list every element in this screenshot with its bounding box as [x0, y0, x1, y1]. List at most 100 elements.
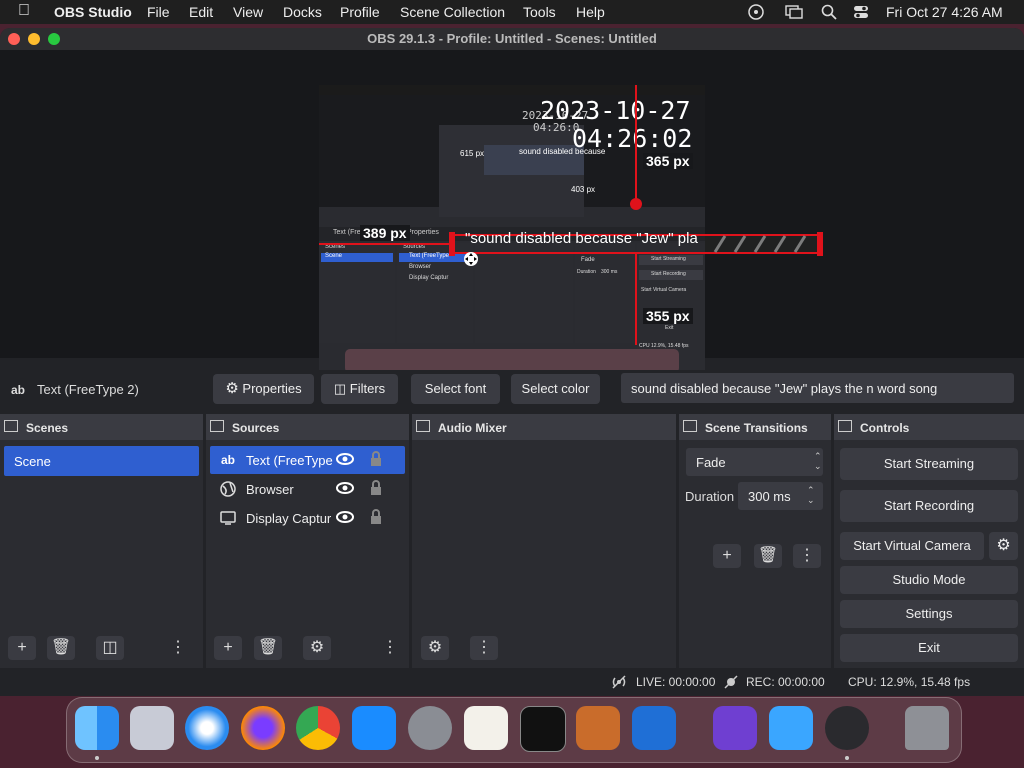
- audio-mixer-panel: Audio Mixer ⚙ ⋮: [412, 414, 676, 668]
- eye-icon[interactable]: [336, 510, 354, 524]
- duration-input[interactable]: 300 ms ⌃ ⌄: [738, 482, 823, 510]
- safari-icon[interactable]: [185, 706, 229, 750]
- selected-source-name: Text (FreeType 2): [37, 382, 139, 397]
- menu-profile[interactable]: Profile: [340, 4, 380, 20]
- chrome-icon[interactable]: [296, 706, 340, 750]
- filters-button[interactable]: ◫ Filters: [321, 374, 398, 404]
- studio-mode-button[interactable]: Studio Mode: [840, 566, 1018, 594]
- screen-mirroring-icon[interactable]: [785, 4, 803, 20]
- lock-icon[interactable]: [370, 480, 382, 496]
- lock-icon[interactable]: [370, 509, 382, 525]
- launchpad-icon[interactable]: [130, 706, 174, 750]
- monitor-icon: [220, 511, 236, 525]
- transition-select[interactable]: Fade ⌃ ⌄: [686, 448, 823, 476]
- text-input[interactable]: sound disabled because "Jew" plays the n…: [621, 373, 1014, 403]
- remove-transition-button[interactable]: 🗑: [754, 544, 782, 568]
- properties-button[interactable]: ⚙ Properties: [213, 374, 314, 404]
- filters-icon: ◫: [102, 639, 118, 656]
- eye-icon[interactable]: [336, 452, 354, 466]
- finder-icon[interactable]: [75, 706, 119, 750]
- stepper-icon[interactable]: ⌃ ⌄: [807, 485, 815, 505]
- source-menu-button[interactable]: ⋮: [382, 636, 398, 660]
- apple-icon[interactable]: : [18, 2, 30, 20]
- menu-app-name[interactable]: OBS Studio: [54, 4, 132, 20]
- textedit-icon[interactable]: [464, 706, 508, 750]
- add-transition-button[interactable]: +: [713, 544, 741, 568]
- controls-title: Controls: [860, 421, 910, 435]
- menu-edit[interactable]: Edit: [189, 4, 213, 20]
- live-broadcast-icon: [612, 675, 626, 689]
- select-color-button[interactable]: Select color: [511, 374, 600, 404]
- obs-dock-icon[interactable]: [825, 706, 869, 750]
- scene-transitions-title: Scene Transitions: [705, 421, 808, 435]
- menu-view[interactable]: View: [233, 4, 263, 20]
- vscode-icon[interactable]: [632, 706, 676, 750]
- select-font-button[interactable]: Select font: [411, 374, 500, 404]
- scenes-header: Scenes: [0, 414, 203, 440]
- filters-icon: ◫: [333, 381, 347, 396]
- trash-dock-icon[interactable]: [905, 706, 949, 750]
- filters-label: Filters: [349, 381, 386, 396]
- text-input-value: sound disabled because "Jew" plays the n…: [631, 381, 938, 396]
- plus-icon: +: [722, 547, 732, 564]
- source-item-display-capture[interactable]: Display Captur: [210, 504, 405, 532]
- duration-value: 300 ms: [748, 489, 791, 504]
- exit-button[interactable]: Exit: [840, 634, 1018, 662]
- remove-scene-button[interactable]: 🗑: [47, 636, 75, 660]
- terminal-icon[interactable]: [520, 706, 566, 752]
- source-properties-button[interactable]: ⚙: [303, 636, 331, 660]
- spotlight-search-icon[interactable]: [821, 4, 837, 20]
- menu-file[interactable]: File: [147, 4, 170, 20]
- trash-icon: 🗑: [50, 639, 72, 656]
- advanced-audio-button[interactable]: ⚙: [421, 636, 449, 660]
- kebab-menu-icon: ⋮: [799, 547, 815, 564]
- transition-menu-button[interactable]: ⋮: [793, 544, 821, 568]
- eye-icon[interactable]: [336, 481, 354, 495]
- obs-status-icon[interactable]: [748, 4, 764, 20]
- add-scene-button[interactable]: +: [8, 636, 36, 660]
- add-source-button[interactable]: +: [214, 636, 242, 660]
- selection-guides: [319, 85, 823, 345]
- visual-studio-icon[interactable]: [713, 706, 757, 750]
- running-indicator: [845, 756, 849, 760]
- start-virtual-camera-button[interactable]: Start Virtual Camera: [840, 532, 984, 560]
- scene-item[interactable]: Scene: [4, 446, 199, 476]
- scene-filters-button[interactable]: ◫: [96, 636, 124, 660]
- start-recording-button[interactable]: Start Recording: [840, 490, 1018, 522]
- weather-icon[interactable]: [769, 706, 813, 750]
- plus-icon: +: [17, 639, 27, 656]
- control-center-icon[interactable]: [853, 4, 869, 20]
- firefox-icon[interactable]: [241, 706, 285, 750]
- remove-source-button[interactable]: 🗑: [254, 636, 282, 660]
- kebab-menu-icon: ⋮: [476, 639, 492, 656]
- rec-timer: REC: 00:00:00: [746, 675, 825, 689]
- menu-help[interactable]: Help: [576, 4, 605, 20]
- menu-scene-collection[interactable]: Scene Collection: [400, 4, 505, 20]
- menubar-clock[interactable]: Fri Oct 27 4:26 AM: [886, 4, 1003, 20]
- start-streaming-button[interactable]: Start Streaming: [840, 448, 1018, 480]
- controls-header: Controls: [834, 414, 1024, 440]
- lock-icon[interactable]: [370, 451, 382, 467]
- app-store-icon[interactable]: [352, 706, 396, 750]
- garageband-icon[interactable]: [576, 706, 620, 750]
- gear-icon: ⚙: [996, 537, 1011, 554]
- source-item-browser[interactable]: Browser: [210, 475, 405, 503]
- audio-menu-button[interactable]: ⋮: [470, 636, 498, 660]
- menu-tools[interactable]: Tools: [523, 4, 556, 20]
- source-item-label: Text (FreeType: [246, 453, 333, 468]
- source-item-label: Browser: [246, 482, 294, 497]
- audio-mixer-title: Audio Mixer: [438, 421, 507, 435]
- scene-transitions-panel: Scene Transitions Fade ⌃ ⌄ Duration 300 m…: [679, 414, 831, 668]
- virtual-camera-settings-button[interactable]: ⚙: [989, 532, 1018, 560]
- menu-docks[interactable]: Docks: [283, 4, 322, 20]
- gears-icon: ⚙: [427, 639, 443, 656]
- preview-canvas[interactable]: 2023-10-27 04:26:0 615 px sound disabled…: [0, 50, 1024, 375]
- px-label-365: 365 px: [643, 153, 693, 169]
- status-bar: LIVE: 00:00:00 REC: 00:00:00 CPU: 12.9%,…: [0, 668, 1024, 696]
- scene-menu-button[interactable]: ⋮: [170, 636, 186, 660]
- scene-item-label: Scene: [14, 454, 51, 469]
- system-settings-icon[interactable]: [408, 706, 452, 750]
- source-item-text[interactable]: ab Text (FreeType: [210, 446, 405, 474]
- sources-header: Sources: [206, 414, 409, 440]
- settings-button[interactable]: Settings: [840, 600, 1018, 628]
